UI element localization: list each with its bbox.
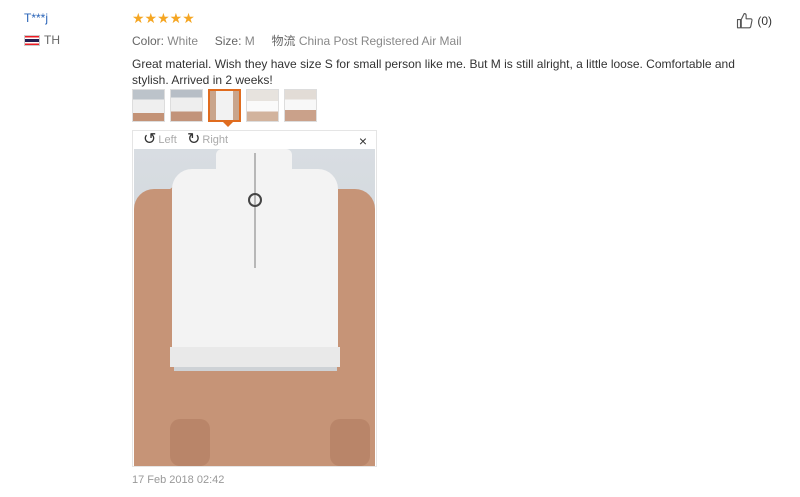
rotate-right-label: Right xyxy=(202,134,229,146)
photo-thumbnail[interactable] xyxy=(170,89,203,122)
review-date: 17 Feb 2018 02:42 xyxy=(132,474,225,486)
like-button[interactable]: (0) xyxy=(736,12,772,30)
thumbs-up-icon xyxy=(737,12,753,29)
reviewer-info: T***j TH xyxy=(24,11,60,47)
rotate-left-label: Left xyxy=(158,134,177,146)
color-label: Color: xyxy=(132,34,165,48)
photo-thumbnails xyxy=(132,89,317,122)
photo-thumbnail[interactable] xyxy=(284,89,317,122)
rotate-left-button[interactable]: ↺ Left xyxy=(143,132,177,148)
rotate-left-icon: ↺ xyxy=(143,131,157,148)
thailand-flag-icon xyxy=(24,34,40,46)
shipping-label: 物流 xyxy=(271,34,296,48)
review-text: Great material. Wish they have size S fo… xyxy=(132,57,735,87)
rotate-right-button[interactable]: ↻ Right xyxy=(187,132,228,148)
viewer-toolbar: ↺ Left ↻ Right × xyxy=(133,131,376,150)
photo-thumbnail-active[interactable] xyxy=(208,89,241,122)
rotate-right-icon: ↻ xyxy=(187,131,201,148)
review-photo xyxy=(134,149,375,466)
like-count: (0) xyxy=(757,14,772,28)
size-label: Size: xyxy=(214,34,242,48)
color-value: White xyxy=(167,34,199,48)
size-value: M xyxy=(244,34,255,48)
photo-thumbnail[interactable] xyxy=(246,89,279,122)
reviewer-country: TH xyxy=(24,33,60,47)
shipping-value: China Post Registered Air Mail xyxy=(298,34,462,48)
star-rating: ★★★★★ xyxy=(132,10,195,26)
photo-thumbnail[interactable] xyxy=(132,89,165,122)
close-icon[interactable]: × xyxy=(359,133,367,149)
review-meta: Color: White Size: M 物流 China Post Regis… xyxy=(132,32,772,49)
photo-viewer: ↺ Left ↻ Right × xyxy=(132,130,377,467)
reviewer-name[interactable]: T***j xyxy=(24,11,60,25)
country-code: TH xyxy=(44,33,60,47)
review-content: ★★★★★ Color: White Size: M 物流 China Post… xyxy=(132,10,772,88)
active-thumbnail-caret xyxy=(222,121,234,127)
